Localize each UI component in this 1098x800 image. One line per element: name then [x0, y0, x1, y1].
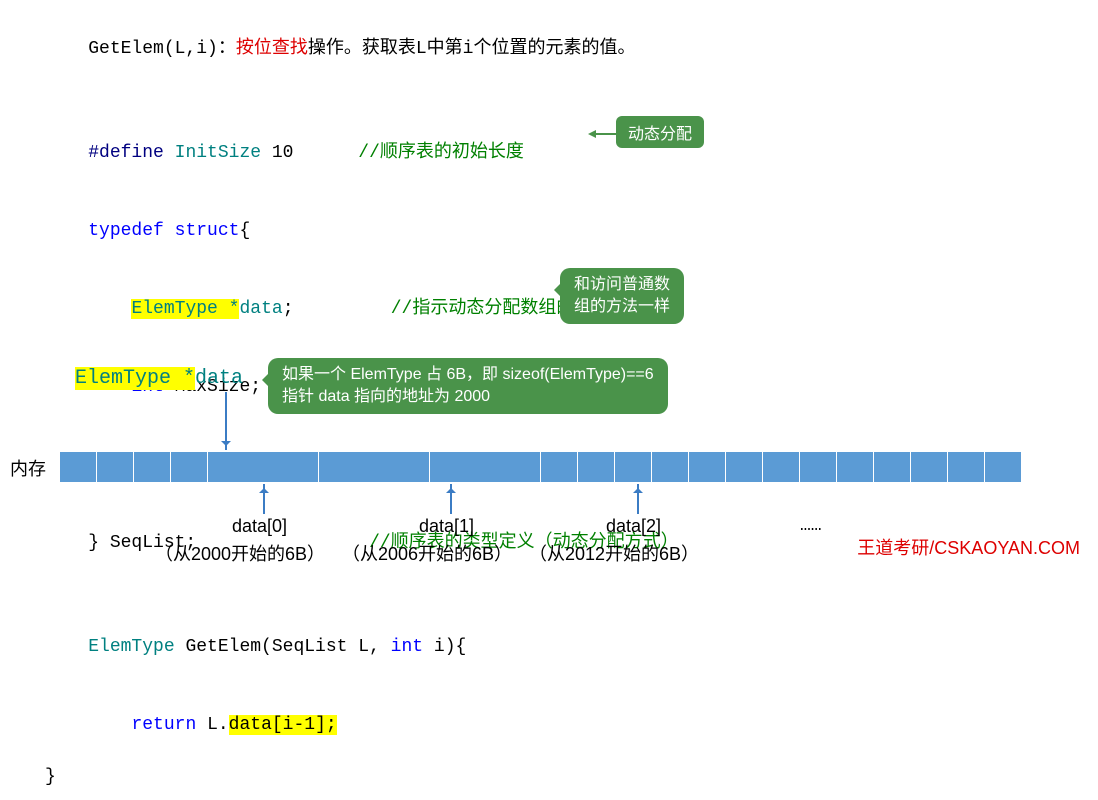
data-index-label: data[2]: [606, 516, 661, 537]
watermark: 王道考研/CSKAOYAN.COM: [857, 534, 1080, 560]
addr-range-label: （从2006开始的6B）: [342, 540, 512, 566]
speech-sizeof: 如果一个 ElemType 占 6B，即 sizeof(ElemType)==6…: [268, 358, 668, 414]
arrow-icon: [637, 484, 639, 514]
code-line-return: return L.data[i-1];: [45, 686, 1078, 764]
arrow-icon: [588, 128, 616, 140]
title-line: GetElem(L,i)：按位查找操作。获取表L中第i个位置的元素的值。: [45, 10, 1078, 88]
addr-range-label: （从2000开始的6B）: [155, 540, 325, 566]
code-line-define: #define InitSize 10 //顺序表的初始长度: [45, 114, 1078, 192]
memory-label: 内存: [10, 455, 46, 481]
arrow-icon: [263, 484, 265, 514]
code-line-getelem-sig: ElemType GetElem(SeqList L, int i){: [45, 608, 1078, 686]
ellipsis: ……: [800, 516, 822, 536]
addr-range-label: （从2012开始的6B）: [529, 540, 699, 566]
code-line-close: }: [45, 764, 1078, 790]
code-line-typedef: typedef struct{: [45, 192, 1078, 270]
data-index-label: data[1]: [419, 516, 474, 537]
pointer-declaration: ElemType *data: [75, 367, 243, 390]
pointer-arrow-icon: [225, 392, 227, 450]
speech-array-access: 和访问普通数 组的方法一样: [560, 268, 684, 324]
arrow-icon: [450, 484, 452, 514]
memory-row: [60, 452, 1080, 482]
badge-dynamic-alloc: 动态分配: [616, 116, 704, 148]
data-index-label: data[0]: [232, 516, 287, 537]
